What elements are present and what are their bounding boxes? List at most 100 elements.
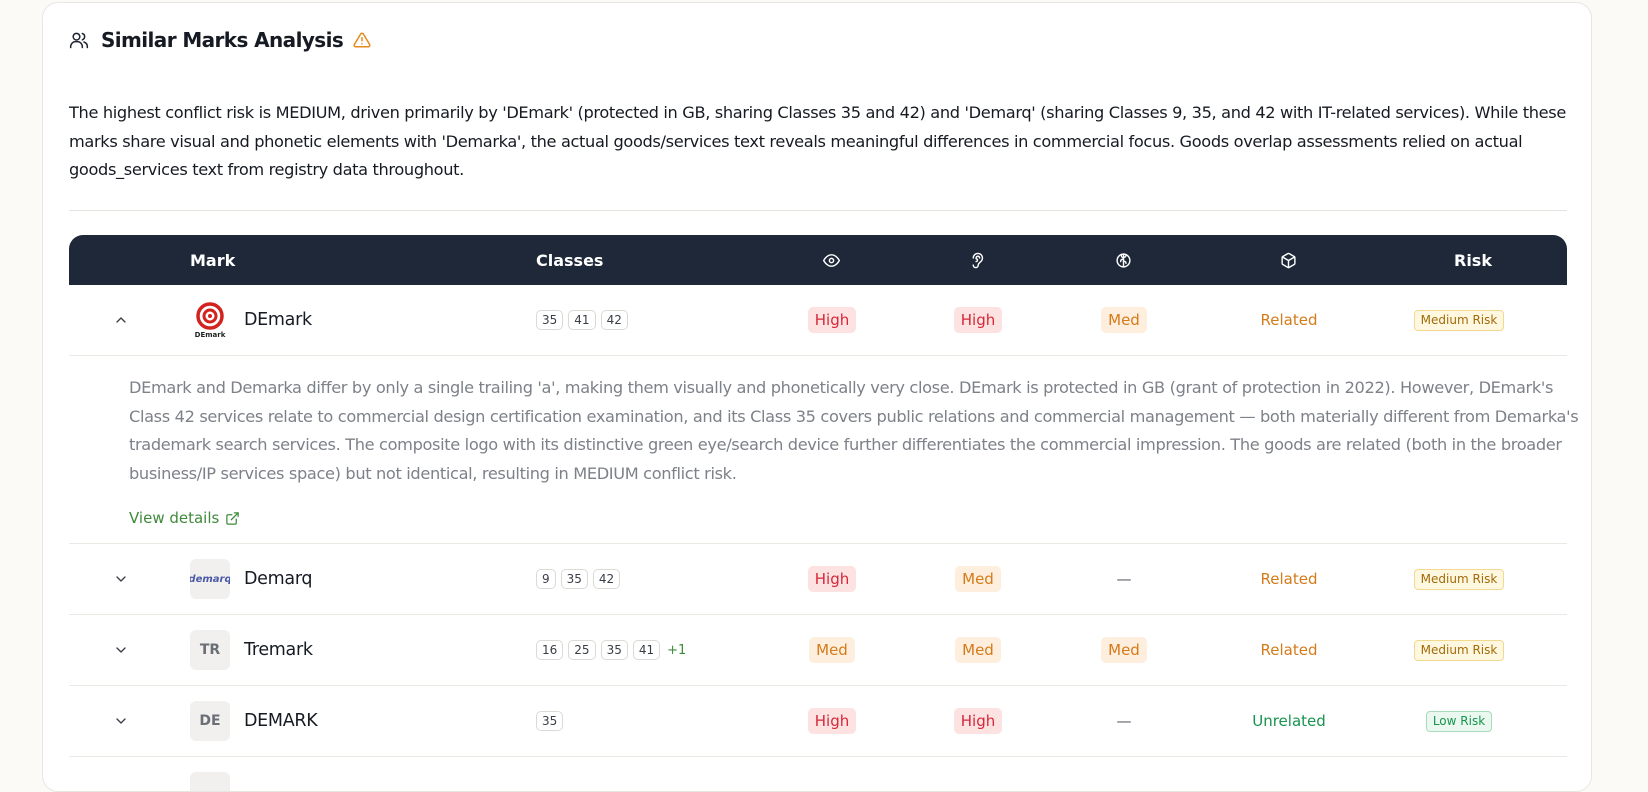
phonetic-score: High (950, 686, 1006, 756)
column-phonetic[interactable] (969, 235, 986, 285)
conceptual-score: — (1096, 544, 1152, 614)
goods-relation: Related (1214, 285, 1364, 355)
risk-level: Medium Risk (1379, 615, 1539, 685)
risk-level: Medium Risk (1379, 285, 1539, 355)
class-badge: 25 (568, 640, 596, 660)
view-details-link[interactable]: View details (129, 509, 240, 527)
people-icon (69, 32, 89, 49)
risk-badge: Medium Risk (1413, 639, 1505, 661)
class-badge: 42 (600, 310, 628, 330)
class-badge: 41 (568, 310, 596, 330)
table-row[interactable]: TR Tremark 16 25 35 41 +1 Med Med Med Re… (69, 615, 1567, 686)
table-row[interactable] (69, 757, 1567, 791)
conceptual-score: — (1096, 686, 1152, 756)
eye-icon (823, 253, 840, 267)
conceptual-score: Med (1096, 285, 1152, 355)
expand-button[interactable] (111, 615, 131, 685)
class-list: 9 35 42 (536, 544, 621, 614)
chevron-up-icon (116, 317, 126, 323)
column-risk[interactable]: Risk (1454, 235, 1492, 285)
demarq-logo-image: demarq (190, 574, 230, 585)
mark-name[interactable]: DEmark (244, 285, 312, 355)
visual-score-pill: High (807, 566, 857, 592)
risk-level: Medium Risk (1379, 544, 1539, 614)
visual-score: High (804, 544, 860, 614)
mark-initials: TR (190, 630, 230, 670)
phonetic-score-pill: Med (955, 637, 1001, 663)
goods-relation-label: Related (1260, 570, 1318, 588)
mark-name[interactable]: Tremark (244, 615, 313, 685)
phonetic-score: Med (950, 544, 1006, 614)
expand-button[interactable] (111, 686, 131, 756)
table-header: Mark Classes Risk (69, 235, 1567, 285)
visual-score-pill: High (807, 708, 857, 734)
visual-score-pill: Med (809, 637, 855, 663)
box-icon (1281, 252, 1296, 268)
goods-relation-label: Unrelated (1252, 712, 1326, 730)
visual-score: High (804, 285, 860, 355)
ear-icon (972, 252, 984, 268)
class-badge: 35 (560, 569, 588, 589)
goods-relation-label: Related (1260, 311, 1318, 329)
phonetic-score-pill: High (953, 708, 1003, 734)
similar-marks-card: Similar Marks Analysis The highest confl… (42, 2, 1592, 792)
page-title: Similar Marks Analysis (101, 28, 344, 52)
chevron-down-icon (116, 718, 126, 724)
column-visual[interactable] (823, 235, 840, 285)
card-header: Similar Marks Analysis (69, 25, 371, 55)
conceptual-score-pill: Med (1101, 307, 1147, 333)
visual-score: Med (804, 615, 860, 685)
collapse-button[interactable] (111, 285, 131, 355)
risk-summary: The highest conflict risk is MEDIUM, dri… (69, 103, 1566, 179)
table-row[interactable]: DE DEMARK 35 High High — Unrelated Low R… (69, 686, 1567, 757)
column-classes[interactable]: Classes (536, 235, 603, 285)
phonetic-score: High (950, 285, 1006, 355)
mark-name[interactable]: Demarq (244, 544, 313, 614)
class-badge: 35 (600, 640, 628, 660)
more-classes-count[interactable]: +1 (667, 643, 686, 658)
mark-logo (190, 772, 230, 791)
risk-badge: Medium Risk (1413, 309, 1505, 331)
class-badge: 9 (536, 569, 556, 589)
brain-icon (1116, 252, 1131, 268)
table-row[interactable]: demarq Demarq 9 35 42 High Med — Related… (69, 544, 1567, 615)
goods-relation: Related (1214, 615, 1364, 685)
chevron-down-icon (116, 647, 126, 653)
row-details: DEmark and Demarka differ by only a sing… (69, 356, 1579, 544)
class-list: 35 41 42 (536, 285, 628, 355)
goods-relation: Related (1214, 544, 1364, 614)
expand-button[interactable] (111, 544, 131, 614)
visual-score-pill: High (807, 307, 857, 333)
demark-logo-image: DEmark (195, 302, 226, 339)
phonetic-score-pill: High (953, 307, 1003, 333)
conceptual-score-empty: — (1116, 712, 1132, 730)
view-details-label: View details (129, 509, 220, 527)
column-mark[interactable]: Mark (190, 235, 235, 285)
mark-logo: demarq (190, 559, 230, 599)
goods-relation: Unrelated (1214, 686, 1364, 756)
goods-relation-label: Related (1260, 641, 1318, 659)
class-badge: 16 (536, 640, 564, 660)
column-goods[interactable] (1280, 235, 1297, 285)
risk-badge: Low Risk (1425, 710, 1493, 732)
risk-badge: Medium Risk (1413, 568, 1505, 590)
mark-name[interactable]: DEMARK (244, 686, 318, 756)
class-badge: 35 (536, 711, 564, 731)
phonetic-score-pill: Med (955, 566, 1001, 592)
svg-text:DEmark: DEmark (195, 331, 226, 339)
class-badge: 42 (592, 569, 621, 589)
conceptual-score-pill: Med (1101, 637, 1147, 663)
table-row[interactable]: DEmark DEmark 35 41 42 High High Med Rel… (69, 285, 1567, 356)
mark-logo: DEmark (190, 300, 230, 340)
external-link-icon (226, 511, 240, 525)
class-badge: 41 (632, 640, 661, 660)
conceptual-score: Med (1096, 615, 1152, 685)
visual-score: High (804, 686, 860, 756)
conceptual-score-empty: — (1116, 570, 1132, 588)
phonetic-score: Med (950, 615, 1006, 685)
class-badge: 35 (536, 310, 564, 330)
class-list: 35 (536, 686, 564, 756)
svg-text:demarq: demarq (190, 574, 230, 585)
warning-icon[interactable] (353, 31, 371, 49)
column-conceptual[interactable] (1115, 235, 1132, 285)
